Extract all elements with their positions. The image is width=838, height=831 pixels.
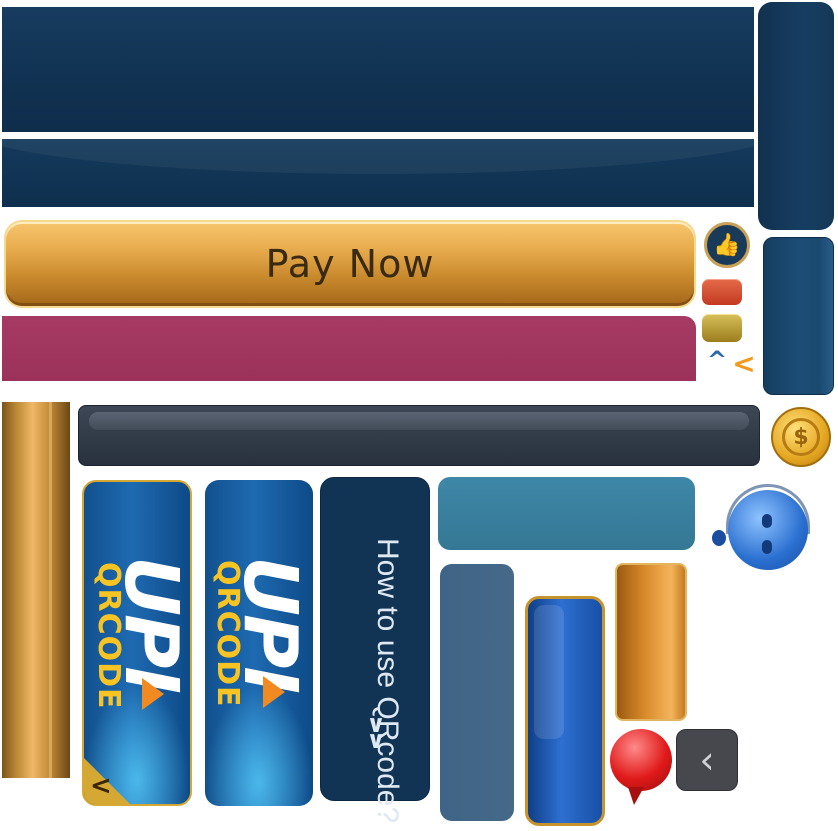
blue-vertical-button[interactable]: [525, 596, 605, 826]
side-panel-short: [763, 237, 834, 395]
chevron-left-icon: <: [90, 771, 112, 801]
upi-qrcode-card[interactable]: UPI QRCODE: [205, 480, 313, 806]
slate-panel: [440, 564, 514, 821]
qrcode-caption: QRCODE: [210, 560, 245, 708]
back-button[interactable]: ‹: [676, 729, 738, 791]
chat-bubble-icon[interactable]: [610, 729, 672, 805]
thumbs-up-icon[interactable]: 👍: [704, 222, 750, 268]
teal-panel: [438, 477, 695, 550]
gold-pill-button[interactable]: [702, 314, 742, 342]
amber-vertical-button[interactable]: [615, 563, 687, 721]
header-panel-strip: [2, 139, 754, 207]
upi-qrcode-card-selected[interactable]: UPI QRCODE <: [82, 480, 192, 806]
red-pill-button[interactable]: [702, 279, 742, 305]
support-bot-icon[interactable]: [712, 482, 814, 582]
double-chevron-down-icon: ∨ ∨: [366, 710, 386, 754]
chevron-left-icon[interactable]: <: [732, 348, 756, 380]
how-to-use-qrcode-button[interactable]: How to use QRcode? ∨ ∨: [320, 477, 430, 823]
side-panel-tall: [758, 2, 834, 230]
header-panel-large: [2, 7, 754, 132]
chevron-up-icon[interactable]: ^: [703, 348, 731, 372]
how-to-label: How to use QRcode?: [371, 538, 404, 824]
gold-side-panel: [2, 402, 70, 778]
dollar-coin-icon[interactable]: $: [771, 407, 831, 467]
magenta-banner: [2, 316, 696, 381]
pay-now-button[interactable]: Pay Now: [6, 222, 694, 306]
qrcode-caption: QRCODE: [91, 562, 126, 710]
pay-now-label: Pay Now: [265, 242, 435, 286]
dark-progress-bar: [78, 405, 760, 466]
